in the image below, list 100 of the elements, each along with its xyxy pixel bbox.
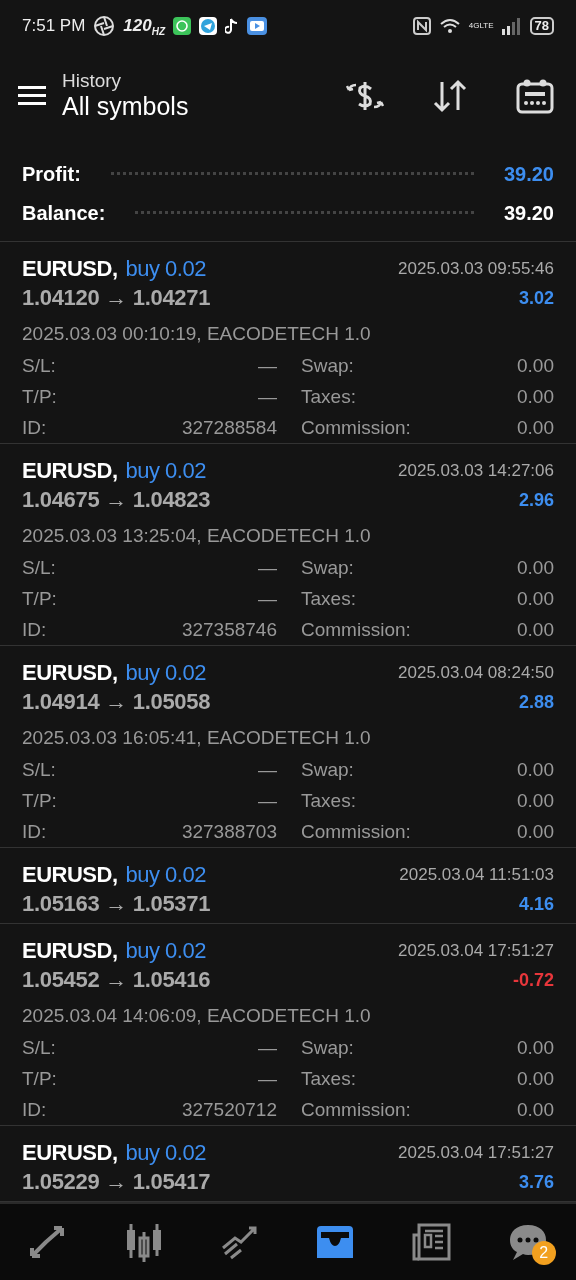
detail-value: — (258, 1067, 277, 1091)
trade-row[interactable]: EURUSD, buy 0.02 2025.03.03 09:55:46 1.04120 → 1.04271 3.02 2025.03.03 00:10:19, EACODETECH 1.0 S/L: — Swap: 0.00 T/P: — Taxes: 0.00 ID: 327288584 Commission: 0.00 (0, 242, 576, 444)
nfc-icon (412, 17, 431, 35)
detail-label: ID: (22, 416, 47, 440)
detail-value: — (258, 758, 277, 782)
summary-value: 39.20 (503, 161, 554, 187)
clock-time: 7:51 PM (22, 15, 86, 38)
detail-value: 0.00 (517, 820, 554, 844)
refresh-unit: HZ (151, 25, 166, 39)
trade-row[interactable]: EURUSD, buy 0.02 2025.03.04 08:24:50 1.04914 → 1.05058 2.88 2025.03.03 16:05:41, EACODETECH 1.0 S/L: — Swap: 0.00 T/P: — Taxes: 0.00 ID: 327388703 Commission: 0.00 (0, 646, 576, 848)
detail-value: 0.00 (517, 758, 554, 782)
menu-icon[interactable] (18, 85, 46, 107)
notification-badge: 2 (531, 1241, 556, 1265)
detail-value: 0.00 (517, 618, 554, 642)
detail-value: — (258, 587, 277, 611)
chat-app-icon (173, 17, 192, 35)
detail-value: 0.00 (517, 416, 554, 440)
trade-symbol: EURUSD, (22, 1139, 118, 1167)
music-note-icon (225, 17, 240, 35)
detail-label: Taxes: (301, 385, 356, 409)
trade-row[interactable]: EURUSD, buy 0.02 2025.03.04 17:51:27 1.05452 → 1.05416 -0.72 2025.03.04 14:06:09, EACODETECH 1.0 S/L: — Swap: 0.00 T/P: — Taxes: 0.00 ID: 327520712 Commission: 0.00 (0, 924, 576, 1126)
detail-label: Taxes: (301, 587, 356, 611)
detail-value: 0.00 (517, 354, 554, 378)
refresh-rate: 120 (123, 15, 152, 38)
trade-profit: 3.02 (518, 287, 554, 310)
detail-value: — (258, 385, 277, 409)
price-range: 1.05229 → 1.05417 (22, 1169, 211, 1196)
summary-label: Balance: (22, 200, 106, 226)
trade-side: buy 0.02 (125, 861, 206, 889)
aperture-icon (93, 15, 116, 37)
detail-label: ID: (22, 820, 47, 844)
trade-profit: 2.96 (518, 489, 554, 512)
calendar-icon[interactable] (516, 78, 554, 114)
open-info: 2025.03.03 13:25:04, EACODETECH 1.0 (22, 524, 372, 548)
detail-label: S/L: (22, 556, 56, 580)
trade-symbol: EURUSD, (22, 937, 118, 965)
price-range: 1.05452 → 1.05416 (22, 967, 211, 994)
newspaper-icon (411, 1223, 452, 1261)
summary-value: 39.20 (503, 200, 554, 226)
play-icon (247, 17, 268, 35)
close-time: 2025.03.04 17:51:27 (398, 939, 554, 962)
price-range: 1.04914 → 1.05058 (22, 689, 211, 716)
detail-label: Commission: (301, 618, 411, 642)
price-range: 1.04120 → 1.04271 (22, 285, 211, 312)
close-time: 2025.03.04 08:24:50 (398, 661, 554, 684)
trade-row[interactable]: EURUSD, buy 0.02 2025.03.04 11:51:03 1.05163 → 1.05371 4.16 (0, 848, 576, 924)
detail-label: Swap: (301, 758, 354, 782)
detail-value: — (258, 354, 277, 378)
detail-value: 327288584 (181, 416, 277, 440)
trade-side: buy 0.02 (125, 937, 206, 965)
detail-value: — (258, 556, 277, 580)
price-range: 1.05163 → 1.05371 (22, 891, 211, 918)
detail-value: 0.00 (517, 1098, 554, 1122)
detail-value: 327388703 (181, 820, 277, 844)
detail-label: T/P: (22, 789, 57, 813)
detail-label: ID: (22, 618, 47, 642)
screen-subtitle: All symbols (62, 91, 189, 122)
detail-value: 327520712 (181, 1098, 277, 1122)
detail-value: 0.00 (517, 1036, 554, 1060)
detail-label: S/L: (22, 758, 56, 782)
detail-label: Swap: (301, 1036, 354, 1060)
detail-label: Swap: (301, 354, 354, 378)
price-range: 1.04675 → 1.04823 (22, 487, 211, 514)
detail-value: — (258, 789, 277, 813)
detail-label: T/P: (22, 587, 57, 611)
open-info: 2025.03.03 00:10:19, EACODETECH 1.0 (22, 322, 372, 346)
inbox-icon (315, 1224, 356, 1260)
detail-label: T/P: (22, 1067, 57, 1091)
detail-label: S/L: (22, 354, 56, 378)
detail-value: 0.00 (517, 587, 554, 611)
close-time: 2025.03.04 11:51:03 (399, 863, 554, 886)
detail-label: Commission: (301, 820, 411, 844)
trend-icon (220, 1224, 259, 1260)
detail-value: 0.00 (517, 385, 554, 409)
close-time: 2025.03.03 14:27:06 (398, 459, 554, 482)
detail-value: 327358746 (181, 618, 277, 642)
open-info: 2025.03.03 16:05:41, EACODETECH 1.0 (22, 726, 372, 750)
close-time: 2025.03.04 17:51:27 (398, 1141, 554, 1164)
detail-value: 0.00 (517, 556, 554, 580)
trade-profit: 4.16 (518, 893, 554, 916)
open-info: 2025.03.04 14:06:09, EACODETECH 1.0 (22, 1004, 372, 1028)
network-label: 4GLTE (468, 20, 494, 32)
trade-side: buy 0.02 (125, 1139, 206, 1167)
trade-side: buy 0.02 (125, 659, 206, 687)
paper-plane-icon (199, 17, 218, 35)
screen-title: History (62, 70, 123, 92)
trade-side: buy 0.02 (125, 457, 206, 485)
sort-icon[interactable] (432, 79, 468, 113)
trade-profit: 3.76 (518, 1171, 554, 1194)
trade-row[interactable]: EURUSD, buy 0.02 2025.03.03 14:27:06 1.04675 → 1.04823 2.96 2025.03.03 13:25:04, EACODETECH 1.0 S/L: — Swap: 0.00 T/P: — Taxes: 0.00 ID: 327358746 Commission: 0.00 (0, 444, 576, 646)
trade-symbol: EURUSD, (22, 255, 118, 283)
detail-label: S/L: (22, 1036, 56, 1060)
detail-value: 0.00 (517, 1067, 554, 1091)
detail-value: — (258, 1036, 277, 1060)
signal-icon (501, 17, 522, 35)
detail-label: Taxes: (301, 1067, 356, 1091)
detail-label: Commission: (301, 416, 411, 440)
detail-label: Swap: (301, 556, 354, 580)
detail-value: 0.00 (517, 789, 554, 813)
trade-profit: -0.72 (512, 969, 554, 992)
